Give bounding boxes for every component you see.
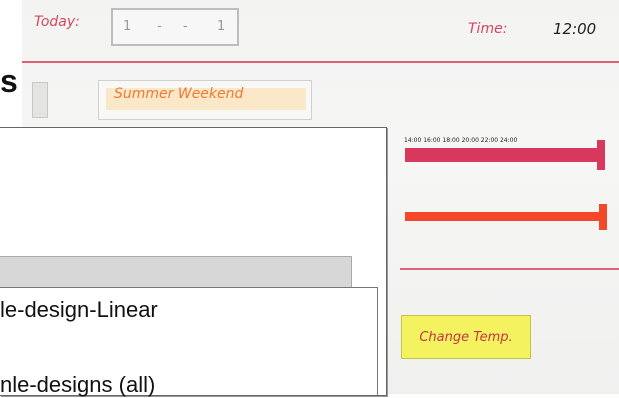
left-tab [32, 82, 48, 118]
timeline-ticks: 14:00 16:00 18:00 20:00 22:00 24:00 [404, 137, 518, 144]
list-item[interactable]: nle-designs (all) [0, 372, 155, 398]
date-part: - [183, 19, 188, 34]
today-label: Today: [34, 14, 80, 30]
timeline-end-handle[interactable] [597, 140, 605, 170]
date-part: 1 [217, 19, 226, 34]
list-item[interactable]: le-design-Linear [0, 297, 158, 323]
timeline-bar[interactable] [405, 148, 603, 162]
date-part: 1 [123, 19, 132, 34]
time-value: 12:00 [553, 20, 597, 38]
time-label: Time: [468, 21, 508, 37]
change-temp-button[interactable]: Change Temp. [401, 315, 531, 359]
temperature-bar[interactable] [405, 212, 600, 221]
date-field[interactable]: 1 - - 1 [111, 8, 239, 46]
section-divider [400, 268, 619, 270]
toolbar-bar [0, 256, 352, 290]
window-title: s [0, 63, 18, 99]
header-divider [22, 61, 619, 63]
temperature-handle[interactable] [599, 204, 607, 230]
banner-text: Summer Weekend [114, 86, 244, 102]
date-part: - [157, 19, 162, 34]
